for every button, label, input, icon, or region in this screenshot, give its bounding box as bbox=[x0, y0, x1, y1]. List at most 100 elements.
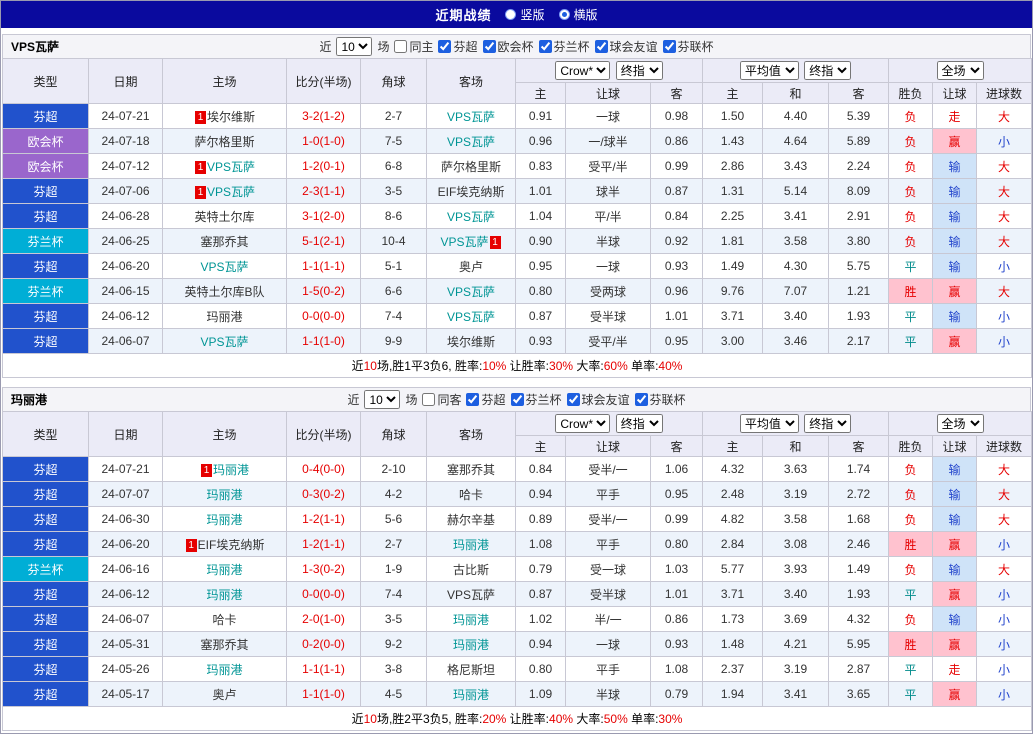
league-filter[interactable]: 芬超 bbox=[466, 391, 506, 408]
bookmaker-select[interactable]: Crow* bbox=[555, 414, 611, 433]
team-name[interactable]: VPS瓦萨 bbox=[200, 260, 248, 274]
match-count-select[interactable]: 10 bbox=[364, 390, 401, 409]
same-venue-filter-checkbox[interactable] bbox=[422, 393, 436, 406]
team-name[interactable]: 埃尔维斯 bbox=[447, 335, 495, 349]
team-name[interactable]: VPS瓦萨 bbox=[447, 110, 495, 124]
team-name[interactable]: VPS瓦萨 bbox=[207, 185, 255, 199]
league-filter-checkbox[interactable] bbox=[466, 393, 480, 406]
league-filter[interactable]: 芬兰杯 bbox=[538, 38, 590, 55]
same-venue-filter-checkbox[interactable] bbox=[394, 40, 408, 53]
match-score: 0-3(0-2) bbox=[286, 481, 361, 507]
league-filter-checkbox[interactable] bbox=[510, 393, 524, 406]
team-name[interactable]: VPS瓦萨 bbox=[207, 160, 255, 174]
radio-icon[interactable] bbox=[558, 9, 570, 20]
home-team: 英特土尔库 bbox=[162, 203, 287, 229]
league-filter-checkbox[interactable] bbox=[438, 40, 452, 53]
team-section-mariehamn: 玛丽港 近 10 场同客 芬超 芬兰杯 球会友谊 芬联杯 类型 日期 主场 比分(半场) 角… bbox=[1, 387, 1033, 731]
team-name[interactable]: VPS瓦萨 bbox=[447, 588, 495, 602]
league-filter-checkbox[interactable] bbox=[538, 40, 552, 53]
team-name-heading: 玛丽港 bbox=[11, 393, 48, 407]
odds-stage-select[interactable]: 终指 bbox=[615, 61, 663, 80]
team-name[interactable]: 哈卡 bbox=[459, 488, 483, 502]
view-radio[interactable]: 竖版 bbox=[505, 6, 545, 23]
team-name[interactable]: 玛丽港 bbox=[453, 613, 489, 627]
team-name[interactable]: 埃尔维斯 bbox=[207, 110, 255, 124]
team-name[interactable]: 奥卢 bbox=[212, 688, 236, 702]
view-radio[interactable]: 横版 bbox=[558, 6, 598, 23]
league-filter[interactable]: 球会友谊 bbox=[594, 38, 658, 55]
home-team: 英特土尔库B队 bbox=[162, 278, 287, 304]
same-venue-filter[interactable]: 同主 bbox=[394, 38, 433, 55]
team-name[interactable]: EIF埃克纳斯 bbox=[198, 538, 265, 552]
team-name[interactable]: VPS瓦萨 bbox=[440, 235, 488, 249]
same-venue-filter[interactable]: 同客 bbox=[422, 391, 461, 408]
league-filter[interactable]: 芬兰杯 bbox=[510, 391, 562, 408]
team-name[interactable]: 玛丽港 bbox=[213, 463, 249, 477]
scope-select[interactable]: 全场 bbox=[936, 61, 984, 80]
league-filter-checkbox[interactable] bbox=[482, 40, 496, 53]
team-name[interactable]: 英特土尔库B队 bbox=[184, 285, 264, 299]
odds-home: 0.95 bbox=[515, 253, 566, 279]
team-name[interactable]: 玛丽港 bbox=[206, 310, 242, 324]
league-filter[interactable]: 球会友谊 bbox=[566, 391, 630, 408]
team-name[interactable]: 玛丽港 bbox=[453, 538, 489, 552]
team-name[interactable]: 玛丽港 bbox=[453, 688, 489, 702]
avg-draw: 3.58 bbox=[762, 228, 830, 254]
team-name[interactable]: 玛丽港 bbox=[453, 638, 489, 652]
result-goals: 大 bbox=[976, 456, 1033, 482]
result-outcome: 平 bbox=[888, 253, 934, 279]
odds-stage-select[interactable]: 终指 bbox=[804, 414, 852, 433]
away-team: VPS瓦萨 bbox=[426, 581, 516, 607]
league-filter-checkbox[interactable] bbox=[594, 40, 608, 53]
subcol-handicap-result: 让球 bbox=[932, 82, 978, 104]
odds-stage-select[interactable]: 终指 bbox=[804, 61, 852, 80]
result-outcome: 胜 bbox=[888, 278, 934, 304]
result-handicap: 输 bbox=[932, 203, 978, 229]
away-team: 玛丽港 bbox=[426, 631, 516, 657]
league-filter-checkbox[interactable] bbox=[634, 393, 648, 406]
league-filter-checkbox[interactable] bbox=[566, 393, 580, 406]
league-filter[interactable]: 芬超 bbox=[438, 38, 478, 55]
team-name[interactable]: 玛丽港 bbox=[206, 488, 242, 502]
avg-odds-select[interactable]: 平均值 bbox=[739, 414, 799, 433]
team-name[interactable]: 英特土尔库 bbox=[194, 210, 254, 224]
team-name[interactable]: 塞那乔其 bbox=[447, 463, 495, 477]
scope-select[interactable]: 全场 bbox=[936, 414, 984, 433]
team-name[interactable]: 玛丽港 bbox=[206, 663, 242, 677]
odds-home: 0.80 bbox=[515, 278, 566, 304]
team-name[interactable]: 哈卡 bbox=[212, 613, 236, 627]
team-name[interactable]: VPS瓦萨 bbox=[447, 285, 495, 299]
league-filter[interactable]: 芬联杯 bbox=[634, 391, 686, 408]
radio-icon[interactable] bbox=[505, 9, 517, 20]
avg-odds-select[interactable]: 平均值 bbox=[739, 61, 799, 80]
team-name[interactable]: 奥卢 bbox=[459, 260, 483, 274]
team-name[interactable]: 萨尔格里斯 bbox=[441, 160, 501, 174]
league-filter[interactable]: 欧会杯 bbox=[482, 38, 534, 55]
team-name[interactable]: 萨尔格里斯 bbox=[194, 135, 254, 149]
team-name[interactable]: 古比斯 bbox=[453, 563, 489, 577]
bookmaker-select[interactable]: Crow* bbox=[555, 61, 611, 80]
team-name[interactable]: 玛丽港 bbox=[206, 513, 242, 527]
team-name[interactable]: VPS瓦萨 bbox=[200, 335, 248, 349]
team-name[interactable]: VPS瓦萨 bbox=[447, 310, 495, 324]
team-name[interactable]: VPS瓦萨 bbox=[447, 135, 495, 149]
team-name[interactable]: 格尼斯坦 bbox=[447, 663, 495, 677]
team-name[interactable]: VPS瓦萨 bbox=[447, 210, 495, 224]
team-name[interactable]: 赫尔辛基 bbox=[447, 513, 495, 527]
team-name[interactable]: 玛丽港 bbox=[206, 588, 242, 602]
team-name[interactable]: EIF埃克纳斯 bbox=[438, 185, 505, 199]
match-count-select[interactable]: 10 bbox=[336, 37, 373, 56]
away-team: 古比斯 bbox=[426, 556, 516, 582]
league-filter[interactable]: 芬联杯 bbox=[662, 38, 714, 55]
match-score: 0-4(0-0) bbox=[286, 456, 361, 482]
away-team: VPS瓦萨 bbox=[426, 278, 516, 304]
odds-stage-select[interactable]: 终指 bbox=[615, 414, 663, 433]
match-score: 1-1(1-1) bbox=[286, 656, 361, 682]
team-name[interactable]: 玛丽港 bbox=[206, 563, 242, 577]
avg-home: 3.00 bbox=[702, 328, 764, 354]
team-name[interactable]: 塞那乔其 bbox=[200, 638, 248, 652]
odds-home: 0.84 bbox=[515, 456, 566, 482]
result-handicap: 输 bbox=[932, 506, 978, 532]
team-name[interactable]: 塞那乔其 bbox=[200, 235, 248, 249]
league-filter-checkbox[interactable] bbox=[662, 40, 676, 53]
